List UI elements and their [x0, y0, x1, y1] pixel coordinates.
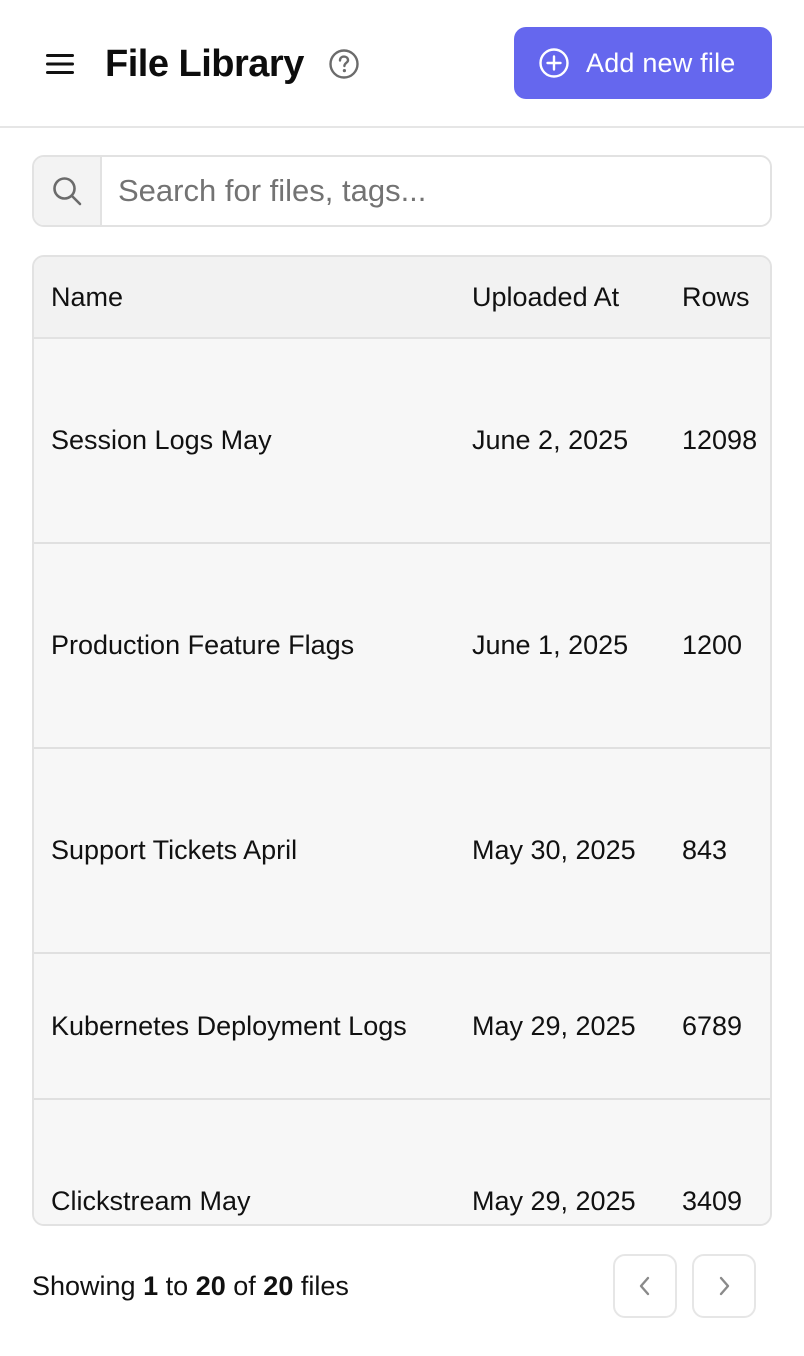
- cell-name: Kubernetes Deployment Logs: [51, 1011, 407, 1041]
- chevron-right-icon: [719, 1276, 730, 1296]
- previous-page-button[interactable]: [613, 1254, 677, 1318]
- plus-circle-icon: [539, 48, 569, 78]
- page-title: File Library: [105, 43, 304, 85]
- table-header: Name Uploaded At Rows: [34, 257, 770, 339]
- pagination-summary: Showing 1 to 20 of 20 files: [32, 1268, 349, 1304]
- cell-name: Production Feature Flags: [51, 630, 355, 660]
- cell-rows: 3409: [682, 1186, 743, 1216]
- add-new-file-button[interactable]: Add new file: [514, 27, 772, 99]
- table-row[interactable]: Support Tickets April May 30, 2025 843: [34, 749, 770, 954]
- files-suffix: files: [300, 1271, 349, 1301]
- table-row[interactable]: Session Logs May June 2, 2025 12098: [34, 339, 770, 544]
- column-header-name[interactable]: Name: [51, 257, 123, 337]
- total-count: 20: [263, 1271, 294, 1301]
- add-new-file-label: Add new file: [586, 47, 736, 78]
- chevron-left-icon: [639, 1276, 650, 1296]
- table-row[interactable]: Kubernetes Deployment Logs May 29, 2025 …: [34, 954, 770, 1100]
- cell-name: Support Tickets April: [51, 835, 298, 865]
- column-header-rows[interactable]: Rows: [682, 257, 750, 337]
- cell-uploaded-at: June 2, 2025: [472, 425, 629, 455]
- search-icon-container: [34, 157, 102, 225]
- cell-uploaded-at: May 29, 2025: [472, 1011, 636, 1041]
- search-input[interactable]: [102, 157, 770, 225]
- search-bar: [32, 155, 772, 227]
- range-end: 20: [195, 1271, 226, 1301]
- question-circle-icon[interactable]: [328, 48, 360, 80]
- cell-uploaded-at: May 29, 2025: [472, 1186, 636, 1216]
- cell-name: Clickstream May: [51, 1186, 251, 1216]
- range-start: 1: [143, 1271, 159, 1301]
- cell-rows: 6789: [682, 1011, 743, 1041]
- menu-button[interactable]: [40, 46, 80, 82]
- showing-prefix: Showing: [32, 1271, 136, 1301]
- cell-rows: 12098: [682, 425, 758, 455]
- files-table: Name Uploaded At Rows Session Logs May J…: [32, 255, 772, 1226]
- table-row[interactable]: Production Feature Flags June 1, 2025 12…: [34, 544, 770, 749]
- table-row[interactable]: Clickstream May May 29, 2025 3409: [34, 1100, 770, 1224]
- to-word: to: [165, 1271, 189, 1301]
- cell-uploaded-at: May 30, 2025: [472, 835, 636, 865]
- search-icon: [53, 177, 82, 206]
- cell-uploaded-at: June 1, 2025: [472, 630, 629, 660]
- hamburger-menu-icon: [46, 54, 74, 74]
- cell-rows: 843: [682, 835, 728, 865]
- column-header-uploaded-at[interactable]: Uploaded At: [472, 257, 619, 337]
- next-page-button[interactable]: [692, 1254, 756, 1318]
- cell-name: Session Logs May: [51, 425, 272, 455]
- app-header: File Library Add new file: [0, 0, 804, 128]
- cell-rows: 1200: [682, 630, 743, 660]
- of-word: of: [233, 1271, 256, 1301]
